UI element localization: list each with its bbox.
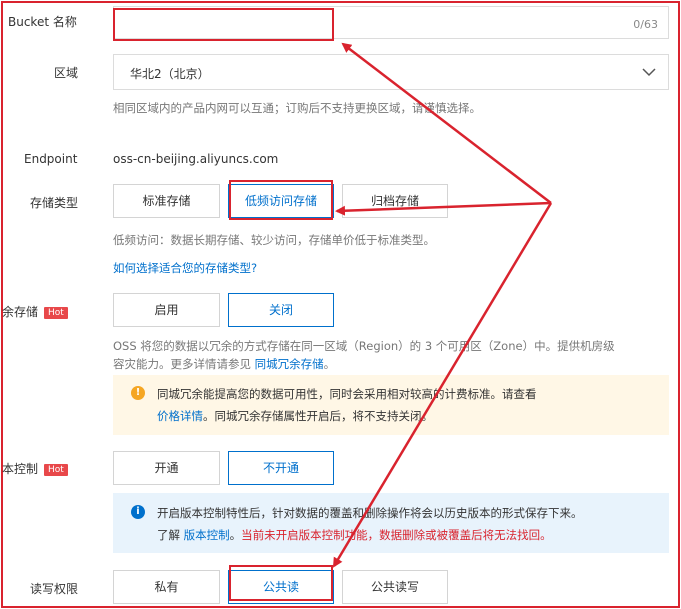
annotation-arrows [332, 42, 553, 568]
